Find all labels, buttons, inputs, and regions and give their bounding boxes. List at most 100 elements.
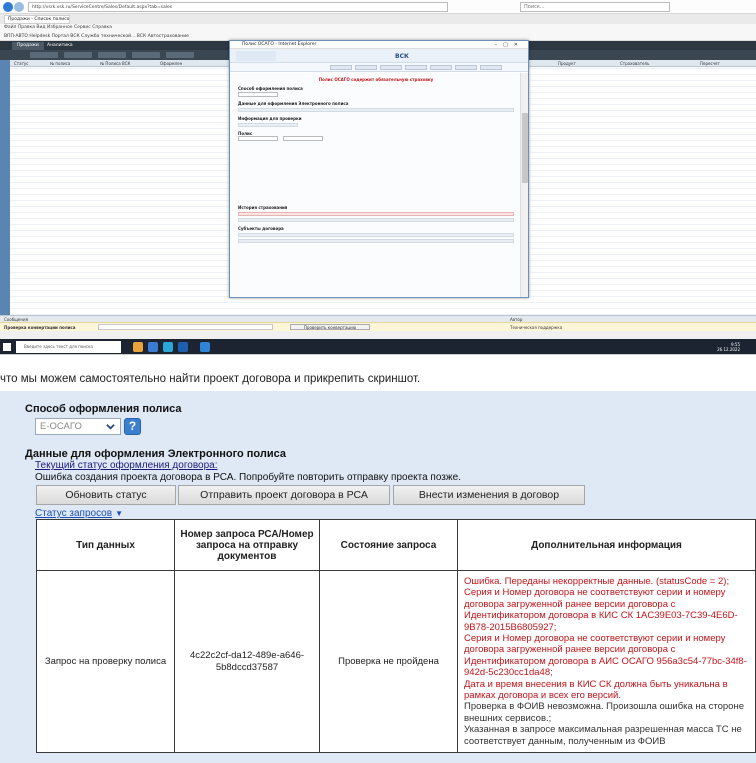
caption-text: что мы можем самостоятельно найти проект… — [0, 373, 421, 385]
current-status-link[interactable]: Текущий статус оформления договора: — [35, 460, 217, 471]
messages-bar: Сообщения Автор — [0, 315, 756, 322]
status-error-text: Ошибка создания проекта договора в РСА. … — [35, 472, 461, 483]
popup-number-field[interactable] — [283, 136, 324, 141]
send-contract-button[interactable]: Отправить проект договора в РСА — [178, 485, 390, 505]
conversion-check-input[interactable] — [98, 324, 273, 330]
popup-scrollbar[interactable] — [520, 73, 528, 297]
popup-header: ВСК — [230, 49, 528, 63]
windows-start-icon[interactable] — [3, 343, 11, 351]
explorer-icon[interactable] — [133, 342, 143, 352]
column-header[interactable]: Пересчет — [700, 60, 720, 67]
menu-item[interactable] — [480, 65, 502, 70]
popup-button-row[interactable] — [238, 107, 514, 112]
edit-contract-button[interactable]: Внести изменения в договор — [393, 485, 585, 505]
tab-sales[interactable]: Продажи — [12, 42, 44, 50]
refresh-status-button[interactable]: Обновить статус — [36, 485, 176, 505]
popup-section-method: Способ оформления полиса — [238, 86, 303, 91]
browser-icon[interactable] — [200, 342, 210, 352]
app-icon[interactable] — [148, 342, 158, 352]
browser-search-input[interactable]: Поиск... — [520, 2, 670, 12]
column-header[interactable]: Статус — [14, 60, 28, 67]
info-note-line: Проверка в ФОИВ невозможна. Произошла ош… — [464, 701, 744, 724]
info-error-line: Ошибка. Переданы некорректные данные. (s… — [464, 576, 730, 587]
taskbar-search[interactable]: Введите здесь текст для поиска — [16, 341, 121, 353]
requests-status-label: Статус запросов — [35, 508, 113, 519]
menu-item[interactable] — [405, 65, 427, 70]
popup-menu — [230, 63, 528, 72]
popup-method-select[interactable] — [238, 91, 278, 97]
data-section-title: Данные для оформления Электронного полис… — [25, 448, 286, 460]
column-header[interactable]: Продукт — [558, 60, 576, 67]
requests-status-link[interactable]: Статус запросов ▼ — [35, 508, 123, 519]
popup-section-subjects: Субъекты договора — [238, 226, 284, 231]
info-error-line: Серия и Номер договора не соответствуют … — [464, 633, 747, 679]
column-header: Номер запроса РСА/Номер запроса на отпра… — [174, 519, 320, 571]
info-note-line: Указанная в запросе максимальная разреше… — [464, 724, 742, 747]
popup-checkbox-row[interactable] — [238, 122, 298, 127]
toolbar-button[interactable] — [98, 52, 126, 58]
window-controls-icon[interactable]: –□✕ — [495, 41, 524, 49]
browser-toolbar: http://vsrk.vsk.ru/ServiceCentre/Sales/D… — [0, 0, 756, 14]
column-header[interactable]: № Полиса ВСК — [100, 60, 130, 67]
popup-warning: Полис ОСАГО содержит обязательную страхо… — [318, 77, 434, 82]
browser-tab[interactable]: Продажи - Список полисов — [4, 15, 70, 24]
method-select[interactable]: Е-ОСАГО — [35, 418, 121, 435]
popup-series-field[interactable] — [238, 136, 278, 141]
popup-title: Полис ОСАГО - Internet Explorer — [242, 42, 317, 47]
menu-item[interactable] — [430, 65, 452, 70]
request-state: Проверка не пройдена — [319, 569, 458, 754]
toolbar-button[interactable] — [132, 52, 160, 58]
caret-down-icon: ▼ — [115, 509, 123, 518]
logo — [236, 51, 276, 61]
desktop-screenshot: http://vsrk.vsk.ru/ServiceCentre/Sales/D… — [0, 0, 756, 355]
menu-item[interactable] — [355, 65, 377, 70]
menu-item[interactable] — [455, 65, 477, 70]
request-id: 4c22c2cf-da12-489e-a646-5b8dccd37587 — [174, 569, 320, 754]
column-header[interactable]: Оформлен — [160, 60, 182, 67]
popup-section-policy: Полис — [238, 130, 253, 136]
check-conversion-button[interactable]: Проверить конвертацию — [290, 324, 370, 330]
column-header[interactable]: № полиса — [50, 60, 70, 67]
app-icon[interactable] — [178, 342, 188, 352]
column-header: Состояние запроса — [319, 519, 458, 571]
back-icon[interactable] — [3, 2, 13, 12]
toolbar-button[interactable] — [30, 52, 58, 58]
tab-analytics[interactable]: Аналитика — [42, 42, 78, 50]
popup-section-history: История страхования — [238, 205, 288, 210]
menu-item[interactable] — [380, 65, 402, 70]
scrollbar-thumb[interactable] — [522, 113, 528, 183]
help-icon[interactable]: ? — [124, 418, 141, 435]
conversion-check-label: Проверка конвертации полиса — [4, 325, 76, 330]
popup-insurer-row[interactable] — [238, 233, 514, 237]
column-header: Дополнительная информация — [457, 519, 756, 571]
popup-section-data: Данные для оформления Электронного полис… — [238, 100, 349, 106]
browser-tabs: Продажи - Список полисов — [0, 14, 756, 24]
brand-logo: ВСК — [395, 53, 409, 60]
toolbar-button[interactable] — [166, 52, 194, 58]
popup-body: Полис ОСАГО содержит обязательную страхо… — [230, 73, 522, 297]
forward-icon[interactable] — [14, 2, 24, 12]
address-bar[interactable]: http://vsrk.vsk.ru/ServiceCentre/Sales/D… — [28, 2, 448, 12]
info-error-line: Серия и Номер договора не соответствуют … — [464, 587, 738, 633]
column-header[interactable]: Страхователь — [620, 60, 649, 67]
column-header: Тип данных — [36, 519, 175, 571]
toolbar-button[interactable] — [64, 52, 92, 58]
clock[interactable]: 9:55 26.12.2022 — [717, 342, 740, 352]
ie-icon[interactable] — [163, 342, 173, 352]
popup-titlebar: Полис ОСАГО - Internet Explorer –□✕ — [230, 41, 528, 49]
popup-owner-row[interactable] — [238, 239, 514, 243]
method-section-title: Способ оформления полиса — [25, 403, 182, 415]
support-link[interactable]: Техническая поддержка — [510, 323, 562, 331]
popup-dates-area — [238, 141, 514, 201]
browser-menu[interactable]: Файл Правка Вид Избранное Сервис Справка — [0, 24, 756, 32]
side-panel[interactable] — [0, 60, 10, 315]
popup-section-verify: Информация для проверки — [238, 115, 302, 121]
zoomed-policy-form: Способ оформления полиса Е-ОСАГО ? Данны… — [0, 391, 756, 763]
menu-item[interactable] — [330, 65, 352, 70]
request-info: Ошибка. Переданы некорректные данные. (s… — [457, 569, 756, 754]
conversion-check-bar: Проверка конвертации полиса Проверить ко… — [0, 322, 756, 331]
policy-popup-window: Полис ОСАГО - Internet Explorer –□✕ ВСК … — [229, 40, 529, 298]
popup-history-row[interactable] — [238, 218, 514, 222]
request-type: Запрос на проверку полиса — [36, 569, 175, 754]
table-header-row: Тип данных Номер запроса РСА/Номер запро… — [36, 519, 756, 571]
